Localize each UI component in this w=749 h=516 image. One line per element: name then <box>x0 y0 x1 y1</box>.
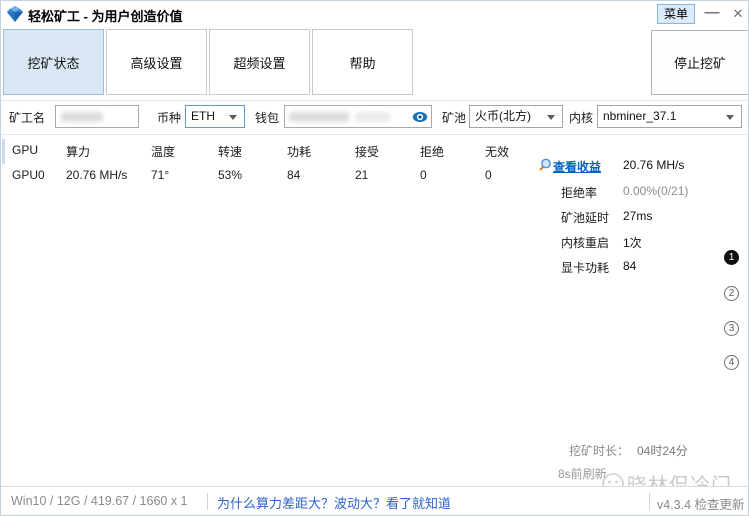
total-hashrate-value: 20.76 MH/s <box>623 158 684 172</box>
kernel-label: 内核 <box>569 109 593 126</box>
tab-mining-status[interactable]: 挖矿状态 <box>3 29 104 95</box>
tab-help[interactable]: 帮助 <box>312 29 413 95</box>
hashrate-tip-link[interactable]: 为什么算力差距大？波动大？看了就知道 <box>217 493 451 512</box>
magnifier-icon <box>537 158 552 173</box>
table-scroll-accent <box>2 139 5 164</box>
col-fan-speed: 转速 <box>218 143 287 160</box>
tab-label: 挖矿状态 <box>27 53 79 72</box>
chevron-down-icon <box>229 115 237 120</box>
pool-value: 火币(北方) <box>475 109 531 123</box>
view-income-link[interactable]: 查看收益 <box>553 158 601 175</box>
cell-rejected: 0 <box>420 168 485 182</box>
col-invalid: 无效 <box>485 143 545 160</box>
col-accepted: 接受 <box>355 143 420 160</box>
mining-duration-value: 04时24分 <box>637 442 688 459</box>
cell-invalid: 0 <box>485 168 545 182</box>
window-title: 轻松矿工 - 为用户创造价值 <box>28 6 183 25</box>
coin-value: ETH <box>191 109 215 123</box>
col-hashrate: 算力 <box>66 143 151 160</box>
col-power: 功耗 <box>287 143 355 160</box>
minimize-button[interactable]: — <box>700 3 724 25</box>
cell-power: 84 <box>287 168 355 182</box>
kernel-restart-label: 内核重启 <box>561 234 609 251</box>
status-bar: Win10 / 12G / 419.67 / 1660 x 1 为什么算力差距大… <box>1 486 748 515</box>
miner-name-label: 矿工名 <box>9 109 45 126</box>
redacted-miner-name <box>61 112 103 122</box>
mining-duration-label: 挖矿时长： <box>569 442 629 459</box>
page-indicator-1[interactable]: 1 <box>724 250 739 265</box>
gpu-table-row: GPU0 20.76 MH/s 71° 53% 84 21 0 0 <box>12 168 545 182</box>
separator <box>1 134 748 135</box>
kernel-restart-value: 1次 <box>623 234 642 251</box>
pool-latency-label: 矿池延时 <box>561 209 609 226</box>
coin-select[interactable]: ETH <box>185 105 245 128</box>
chevron-down-icon <box>726 115 734 120</box>
col-temperature: 温度 <box>151 143 218 160</box>
app-window: 轻松矿工 - 为用户创造价值 菜单 — ✕ 挖矿状态 高级设置 超频设置 帮助 … <box>0 0 749 516</box>
show-wallet-eye-icon[interactable] <box>412 109 428 125</box>
wallet-label: 钱包 <box>255 109 279 126</box>
reject-rate-label: 拒绝率 <box>561 184 597 201</box>
divider <box>207 493 208 510</box>
separator <box>1 100 748 101</box>
cell-temperature: 71° <box>151 168 218 182</box>
gpu-power-value: 84 <box>623 259 636 273</box>
gpu-power-label: 显卡功耗 <box>561 259 609 276</box>
wallet-input[interactable] <box>284 105 432 128</box>
chevron-down-icon <box>547 115 555 120</box>
pool-label: 矿池 <box>442 109 466 126</box>
cell-fan-speed: 53% <box>218 168 287 182</box>
tab-overclock-settings[interactable]: 超频设置 <box>209 29 310 95</box>
page-indicator-2[interactable]: 2 <box>724 286 739 301</box>
reject-rate-value: 0.00%(0/21) <box>623 184 688 198</box>
col-rejected: 拒绝 <box>420 143 485 160</box>
gpu-table-header: GPU 算力 温度 转速 功耗 接受 拒绝 无效 <box>12 143 545 160</box>
menu-button[interactable]: 菜单 <box>657 4 695 24</box>
close-button[interactable]: ✕ <box>728 3 748 25</box>
tab-label: 帮助 <box>349 53 375 72</box>
pool-select[interactable]: 火币(北方) <box>469 105 563 128</box>
redacted-wallet <box>355 112 390 122</box>
coin-label: 币种 <box>157 109 181 126</box>
stop-mining-button[interactable]: 停止挖矿 <box>651 30 749 95</box>
cell-accepted: 21 <box>355 168 420 182</box>
page-indicator-3[interactable]: 3 <box>724 321 739 336</box>
kernel-select[interactable]: nbminer_37.1 <box>597 105 742 128</box>
kernel-value: nbminer_37.1 <box>603 109 676 123</box>
pool-latency-value: 27ms <box>623 209 652 223</box>
redacted-wallet <box>289 112 349 122</box>
divider <box>649 493 650 510</box>
system-info: Win10 / 12G / 419.67 / 1660 x 1 <box>11 494 188 508</box>
col-gpu: GPU <box>12 143 66 160</box>
tab-label: 高级设置 <box>130 53 182 72</box>
miner-name-input[interactable] <box>55 105 139 128</box>
version-check-update[interactable]: v4.3.4 检查更新 <box>657 494 745 513</box>
cell-gpu-name: GPU0 <box>12 168 66 182</box>
tab-advanced-settings[interactable]: 高级设置 <box>106 29 207 95</box>
page-indicator-4[interactable]: 4 <box>724 355 739 370</box>
tab-label: 超频设置 <box>233 53 285 72</box>
app-logo-icon <box>7 6 23 22</box>
cell-hashrate: 20.76 MH/s <box>66 168 151 182</box>
